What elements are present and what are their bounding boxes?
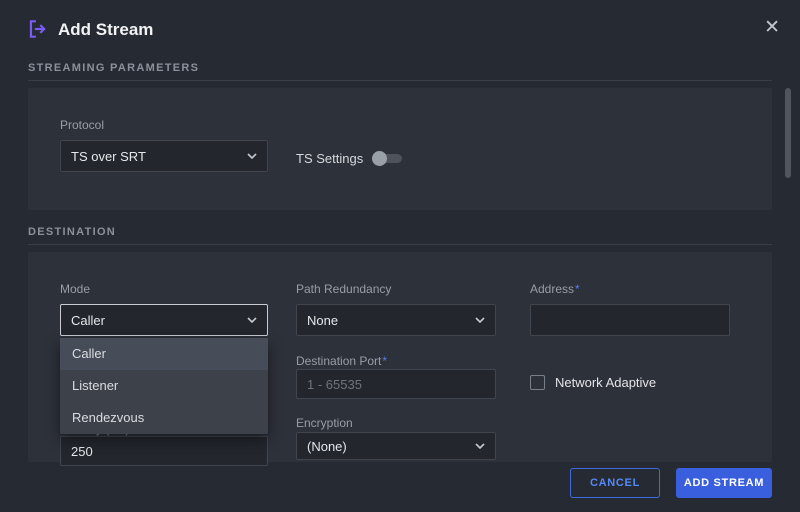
encryption-select[interactable]: (None): [296, 432, 496, 460]
add-stream-icon: [26, 18, 48, 40]
section-title-streaming-parameters: STREAMING PARAMETERS: [28, 62, 199, 74]
ts-settings-label: TS Settings: [296, 151, 363, 166]
network-adaptive-checkbox[interactable]: [530, 375, 545, 390]
mode-option-caller[interactable]: Caller: [60, 338, 268, 370]
path-redundancy-select[interactable]: None: [296, 304, 496, 336]
encryption-select-value: (None): [307, 439, 347, 454]
mode-option-rendezvous[interactable]: Rendezvous: [60, 402, 268, 434]
latency-input[interactable]: [60, 436, 268, 466]
chevron-down-icon: [475, 317, 485, 323]
mode-select-value: Caller: [71, 313, 105, 328]
ts-settings-toggle[interactable]: [372, 150, 404, 166]
network-adaptive-checkbox-row[interactable]: Network Adaptive: [530, 375, 656, 390]
network-adaptive-label: Network Adaptive: [555, 375, 656, 390]
dialog-title: Add Stream: [58, 20, 153, 40]
vertical-scrollbar[interactable]: [785, 88, 791, 178]
destination-port-input[interactable]: [296, 369, 496, 399]
toggle-knob: [372, 151, 387, 166]
section-title-destination: DESTINATION: [28, 226, 116, 238]
divider: [28, 80, 772, 81]
encryption-label: Encryption: [296, 416, 353, 430]
mode-label: Mode: [60, 282, 90, 296]
add-stream-button[interactable]: ADD STREAM: [676, 468, 772, 498]
add-stream-dialog: Add Stream ✕ STREAMING PARAMETERS Protoc…: [0, 0, 800, 512]
chevron-down-icon: [475, 443, 485, 449]
protocol-label: Protocol: [60, 118, 104, 132]
address-input[interactable]: [530, 304, 730, 336]
path-redundancy-select-value: None: [307, 313, 338, 328]
cancel-button[interactable]: CANCEL: [570, 468, 660, 498]
chevron-down-icon: [247, 317, 257, 323]
mode-option-listener[interactable]: Listener: [60, 370, 268, 402]
mode-select[interactable]: Caller: [60, 304, 268, 336]
required-marker: *: [382, 354, 387, 368]
divider: [28, 244, 772, 245]
protocol-select[interactable]: TS over SRT: [60, 140, 268, 172]
close-icon[interactable]: ✕: [760, 14, 784, 41]
path-redundancy-label: Path Redundancy: [296, 282, 391, 296]
required-marker: *: [575, 282, 580, 296]
destination-port-label: Destination Port*: [296, 354, 387, 368]
address-label: Address*: [530, 282, 580, 296]
chevron-down-icon: [247, 153, 257, 159]
mode-options-menu: Caller Listener Rendezvous: [60, 338, 268, 434]
address-label-text: Address: [530, 282, 574, 296]
destination-port-label-text: Destination Port: [296, 354, 381, 368]
protocol-select-value: TS over SRT: [71, 149, 146, 164]
